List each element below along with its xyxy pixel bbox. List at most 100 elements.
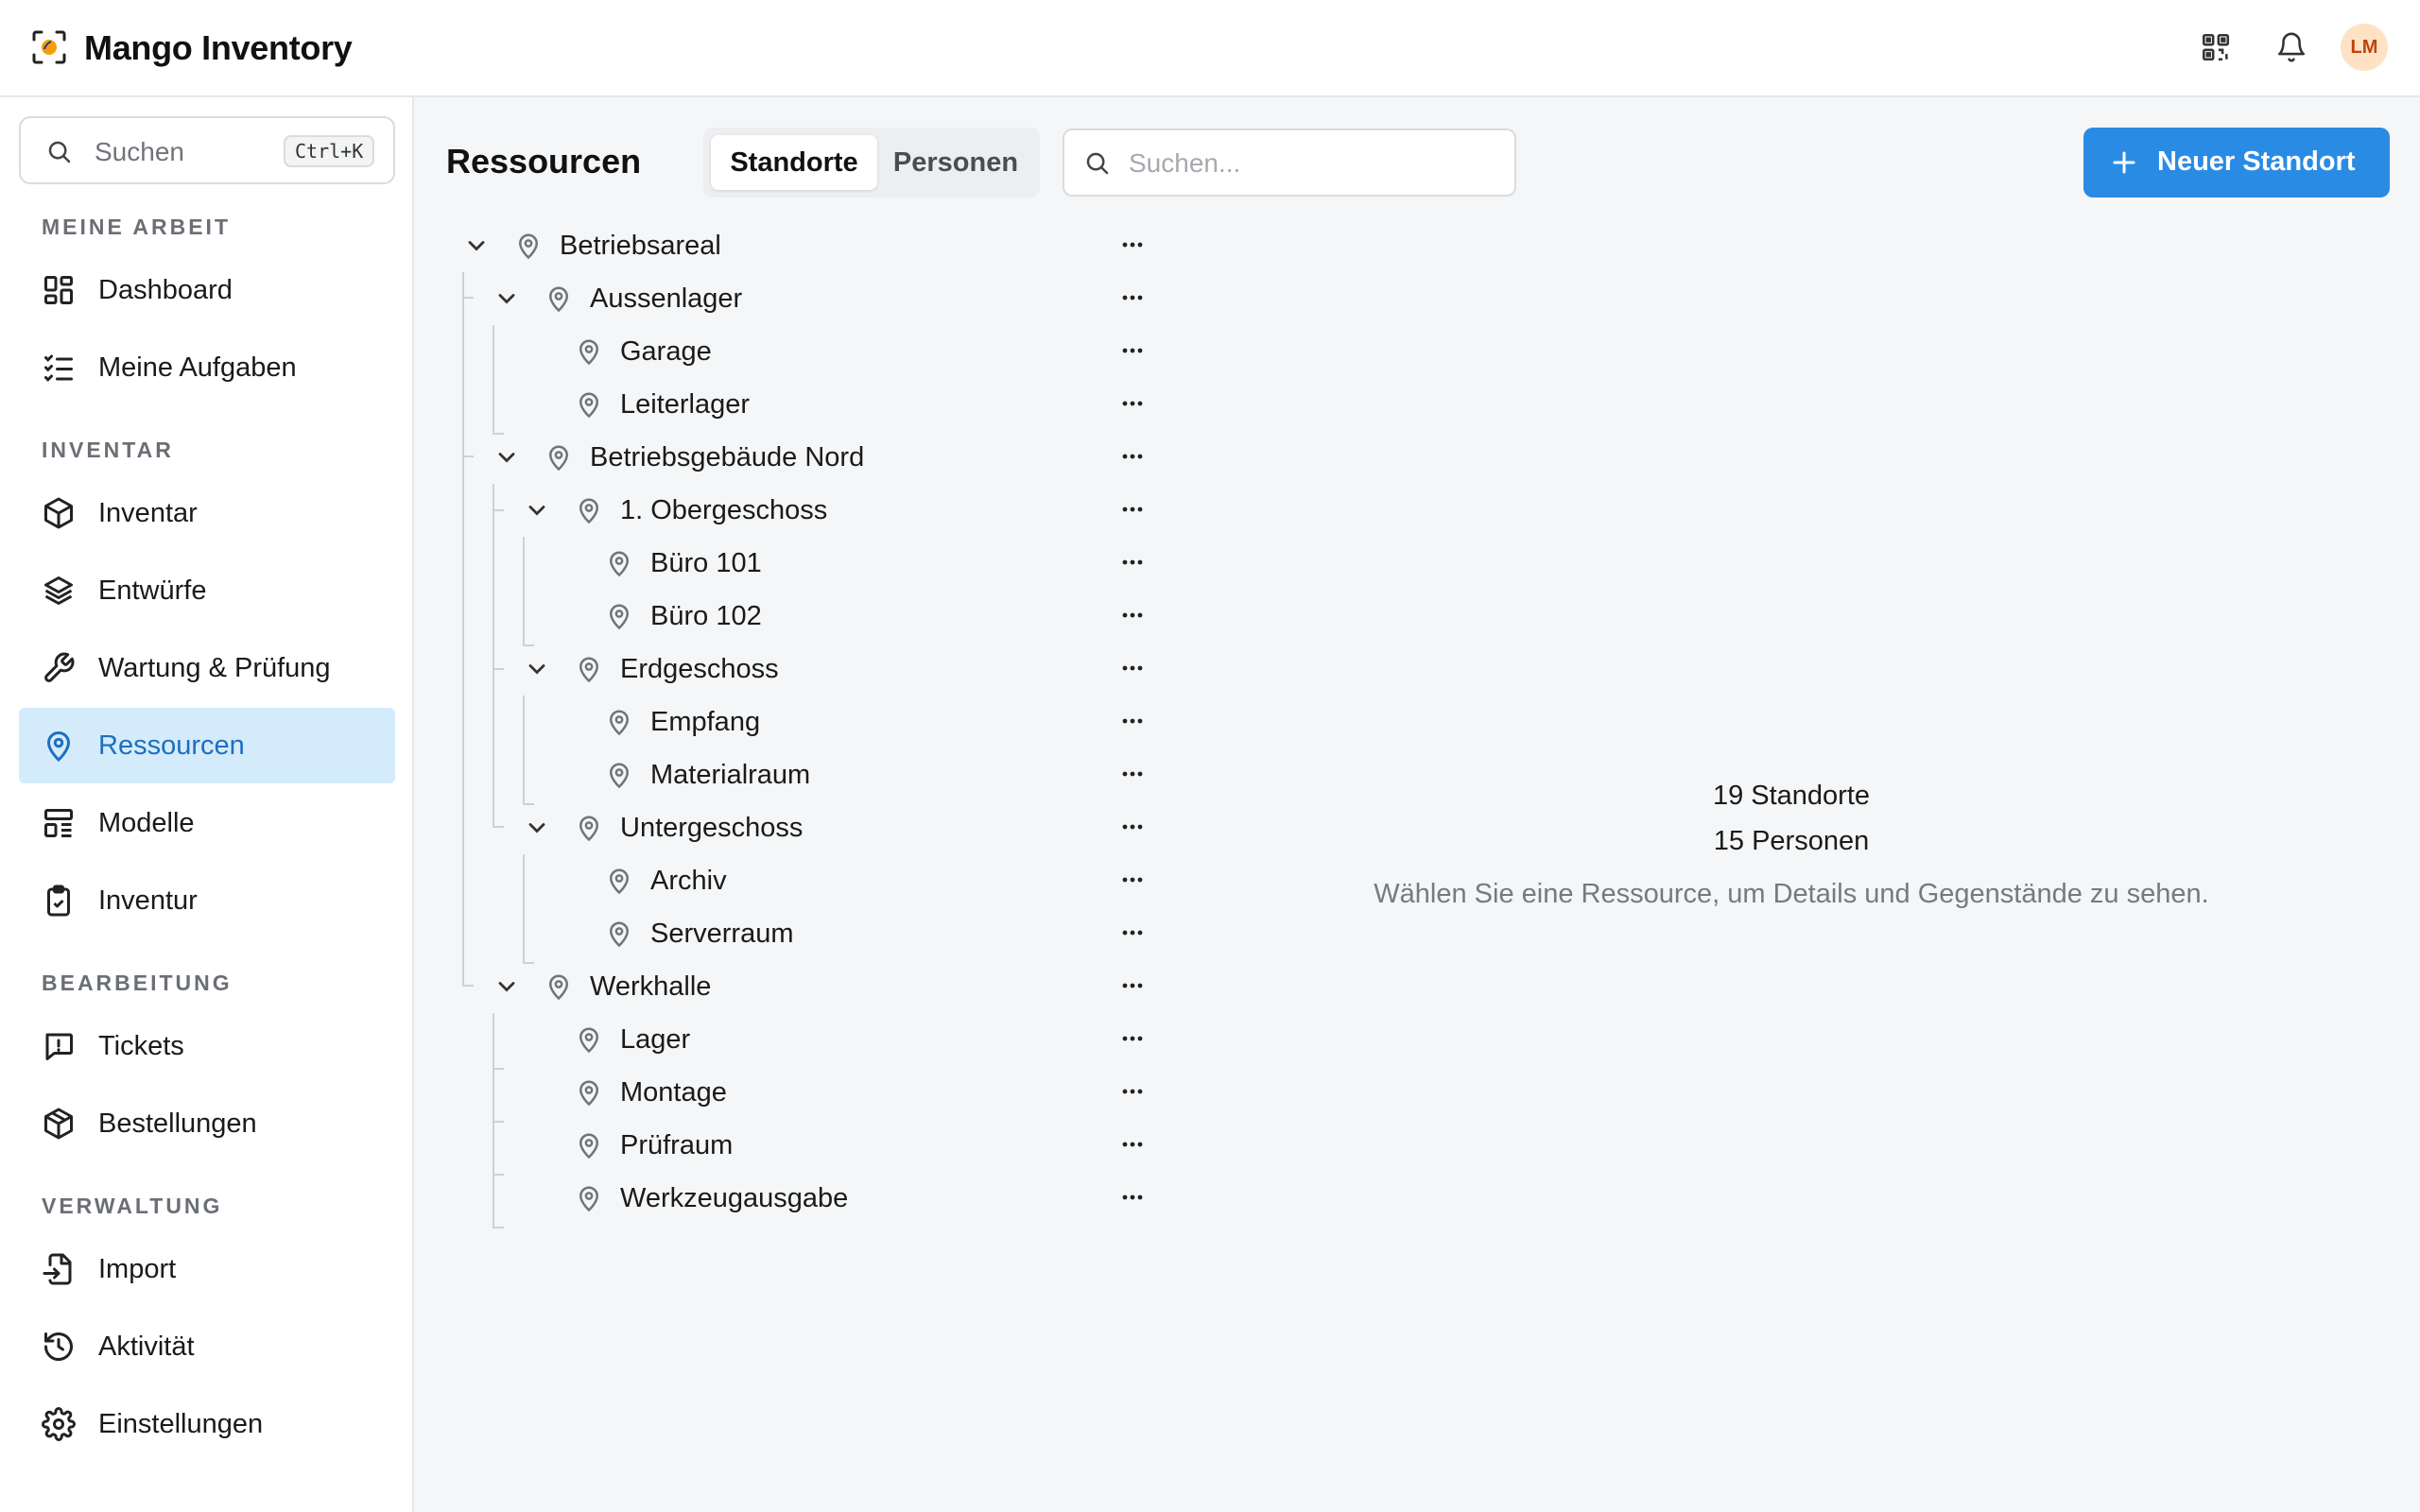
sidebar-item-aktivitaet[interactable]: Aktivität [19,1309,395,1384]
sidebar-item-ressourcen[interactable]: Ressourcen [19,708,395,783]
tree-item-label: Büro 101 [650,548,762,578]
tree-row[interactable]: Garage [444,325,1163,378]
file-import-icon [43,1253,72,1285]
new-location-label: Neuer Standort [2157,146,2356,177]
more-options-icon[interactable] [1114,284,1151,312]
more-options-icon[interactable] [1114,1130,1151,1159]
chevron-down-icon[interactable] [493,973,520,1000]
app-title: Mango Inventory [84,28,353,67]
location-pin-icon [579,1027,599,1054]
sidebar: Suchen Ctrl+K MEINE ARBEIT Dashboard Mei… [0,97,414,1512]
more-options-icon[interactable] [1114,707,1151,735]
tree-row[interactable]: Leiterlager [444,378,1163,431]
more-options-icon[interactable] [1114,971,1151,1000]
chevron-down-icon[interactable] [493,444,520,471]
tree-row[interactable]: Lager [444,1013,1163,1066]
sidebar-search-placeholder: Suchen [95,137,184,166]
sidebar-item-modelle[interactable]: Modelle [19,785,395,861]
more-options-icon[interactable] [1114,1077,1151,1106]
model-layout-icon [44,809,73,837]
shortcut-badge: Ctrl+K [284,135,375,167]
tree-row[interactable]: Serverraum [444,907,1163,960]
location-pin-icon [579,1186,599,1212]
location-pin-icon [609,868,630,895]
tree-row[interactable]: Erdgeschoss [444,643,1163,696]
tree-row[interactable]: Büro 102 [444,590,1163,643]
tree-item-label: Werkhalle [590,971,712,1002]
tree-row[interactable]: Archiv [444,854,1163,907]
search-icon [48,141,71,163]
location-pin-icon [609,551,630,577]
more-options-icon[interactable] [1114,1024,1151,1053]
tree-row[interactable]: Werkhalle [444,960,1163,1013]
more-options-icon[interactable] [1114,654,1151,682]
tree-row[interactable]: Büro 101 [444,537,1163,590]
tree-item-label: Empfang [650,707,761,737]
tree-row[interactable]: Betriebsgebäude Nord [444,431,1163,484]
sidebar-item-inventur[interactable]: Inventur [19,863,395,938]
chevron-down-icon[interactable] [524,656,550,682]
more-options-icon[interactable] [1114,601,1151,629]
bell-icon[interactable] [2271,26,2312,68]
tree-row[interactable]: Montage [444,1066,1163,1119]
tree-row[interactable]: Untergeschoss [444,801,1163,854]
chevron-down-icon[interactable] [463,232,490,259]
sidebar-item-einstellungen[interactable]: Einstellungen [19,1386,395,1462]
more-options-icon[interactable] [1114,336,1151,365]
chevron-down-icon[interactable] [524,815,550,841]
location-pin-icon [548,286,569,313]
avatar[interactable]: LM [2341,24,2388,71]
location-pin-icon [579,498,599,524]
tree-item-label: Büro 102 [650,601,762,631]
tab-standorte[interactable]: Standorte [711,135,877,190]
sidebar-item-import[interactable]: Import [19,1231,395,1307]
location-pin-icon [518,233,539,260]
more-options-icon[interactable] [1114,760,1151,788]
sidebar-item-inventar[interactable]: Inventar [19,475,395,551]
tree-row[interactable]: Aussenlager [444,272,1163,325]
more-options-icon[interactable] [1114,919,1151,947]
tree-row[interactable]: Werkzeugausgabe [444,1172,1163,1225]
location-pin-icon [609,921,630,948]
location-pin-icon [609,710,630,736]
more-options-icon[interactable] [1114,442,1151,471]
chevron-down-icon[interactable] [524,497,550,524]
more-options-icon[interactable] [1114,495,1151,524]
sidebar-search-input[interactable]: Suchen Ctrl+K [19,116,395,184]
sidebar-item-bestellungen[interactable]: Bestellungen [19,1086,395,1161]
tree-item-label: Lager [620,1024,691,1055]
sidebar-item-wartung-pruefung[interactable]: Wartung & Prüfung [19,630,395,706]
resource-search-input[interactable] [1129,144,1497,183]
location-pin-icon [609,604,630,630]
sidebar-item-meine-aufgaben[interactable]: Meine Aufgaben [19,330,395,405]
more-options-icon[interactable] [1114,231,1151,259]
sidebar-item-label: Bestellungen [98,1108,257,1139]
new-location-button[interactable]: Neuer Standort [2083,128,2390,198]
clipboard-check-icon [47,885,70,917]
tree-item-label: Betriebsgebäude Nord [590,442,865,472]
more-options-icon[interactable] [1114,389,1151,418]
search-icon [1086,152,1109,175]
tree-row[interactable]: Empfang [444,696,1163,748]
more-options-icon[interactable] [1114,548,1151,576]
location-tree: Betriebsareal Aussenlager Garage Leiterl… [444,219,1163,1240]
tree-row[interactable]: Prüfraum [444,1119,1163,1172]
tree-row[interactable]: 1. Obergeschoss [444,484,1163,537]
chevron-down-icon[interactable] [493,285,520,312]
tree-item-label: Archiv [650,866,727,896]
more-options-icon[interactable] [1114,813,1151,841]
sidebar-item-dashboard[interactable]: Dashboard [19,252,395,328]
qr-code-icon[interactable] [2195,26,2237,68]
tree-item-label: Aussenlager [590,284,743,314]
location-pin-icon [579,1133,599,1160]
sidebar-item-entwuerfe[interactable]: Entwürfe [19,553,395,628]
sidebar-item-tickets[interactable]: Tickets [19,1008,395,1084]
more-options-icon[interactable] [1114,1183,1151,1211]
more-options-icon[interactable] [1114,866,1151,894]
tree-row[interactable]: Materialraum [444,748,1163,801]
sidebar-item-label: Meine Aufgaben [98,352,297,383]
location-pin-icon [579,392,599,419]
tree-row[interactable]: Betriebsareal [444,219,1163,272]
tab-personen[interactable]: Personen [879,135,1032,190]
top-bar: Mango Inventory LM [0,0,2420,97]
